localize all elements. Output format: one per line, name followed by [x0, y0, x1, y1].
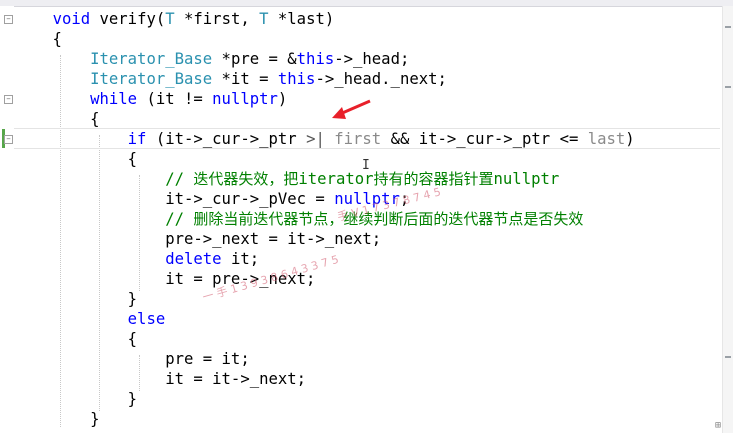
code-token: pre->_next = it->_next; [15, 230, 382, 248]
scrollbar-marker [725, 86, 731, 88]
code-line[interactable]: { [0, 29, 720, 49]
code-token: >| [306, 130, 325, 148]
code-token: (it->_cur->_ptr [146, 130, 307, 148]
code-token: pre = it; [15, 350, 250, 368]
code-line[interactable]: pre->_next = it->_next; [0, 229, 720, 249]
code-token: *pre = & [212, 50, 297, 68]
vertical-scrollbar[interactable] [722, 6, 733, 433]
code-token: this [277, 70, 316, 88]
code-token: T [259, 10, 269, 28]
code-token: it = it->_next; [15, 370, 307, 388]
code-line[interactable]: Iterator_Base *pre = &this->_head; [0, 49, 720, 69]
code-line[interactable]: // 迭代器失效，把iterator持有的容器指针置nullptr [0, 169, 720, 189]
code-line[interactable]: } [0, 289, 720, 309]
code-token: first [324, 130, 382, 148]
code-token: && it->_cur->_ptr <= [381, 130, 588, 148]
code-token: } [15, 290, 138, 308]
code-line[interactable]: it = it->_next; [0, 369, 720, 389]
code-line[interactable]: if (it->_cur->_ptr >| first && it->_cur-… [0, 129, 720, 149]
code-line[interactable]: Iterator_Base *it = this->_head._next; [0, 69, 720, 89]
editor-tab-strip [0, 0, 733, 7]
code-token: { [15, 30, 62, 48]
code-token: *last) [268, 10, 335, 28]
code-token: { [15, 110, 100, 128]
text-cursor-icon: I [362, 158, 370, 173]
code-line[interactable]: it = pre->_next; [0, 269, 720, 289]
code-token: 迭代器失效，把 [193, 170, 299, 188]
code-token: T [165, 10, 175, 28]
code-token: it; [221, 250, 260, 268]
code-token: else [127, 310, 166, 328]
code-line[interactable]: void verify(T *first, T *last) [0, 9, 720, 29]
code-token: { [15, 330, 138, 348]
code-token: // [165, 170, 194, 188]
code-token: (it != [137, 90, 213, 108]
code-token: this [296, 50, 335, 68]
code-token: delete [165, 250, 222, 268]
code-token: } [15, 410, 100, 428]
code-token: void [52, 10, 91, 28]
code-token: if [127, 130, 147, 148]
code-token: nullptr [493, 170, 560, 188]
code-token: // [165, 210, 194, 228]
code-line[interactable]: } [0, 389, 720, 409]
code-token: } [15, 390, 138, 408]
code-line[interactable]: } [0, 409, 720, 429]
code-token: { [15, 150, 138, 168]
layout-icon[interactable]: ⊞ [715, 420, 721, 431]
scrollbar-marker [725, 26, 731, 28]
code-token: while [90, 90, 138, 108]
code-token: ) [277, 90, 288, 108]
code-line[interactable]: pre = it; [0, 349, 720, 369]
code-token: Iterator_Base [90, 70, 213, 88]
code-token: verify( [90, 10, 166, 28]
code-token: Iterator_Base [90, 50, 213, 68]
code-line[interactable]: else [0, 309, 720, 329]
code-token: ->_head._next; [315, 70, 447, 88]
scrollbar-marker [725, 356, 731, 358]
code-token: *first, [174, 10, 260, 28]
code-line[interactable]: { [0, 329, 720, 349]
code-token: ->_head; [334, 50, 410, 68]
code-line[interactable]: { [0, 149, 720, 169]
code-token: ) [625, 130, 635, 148]
code-token: 删除当前迭代器节点，继续判断后面的迭代器节点是否失效 [193, 210, 584, 228]
code-token: last [587, 130, 626, 148]
code-token: it->_cur->_pVec = [15, 190, 335, 208]
code-token: nullptr [212, 90, 278, 108]
code-line[interactable]: delete it; [0, 249, 720, 269]
code-token: *it = [212, 70, 278, 88]
red-arrow-annotation [332, 99, 371, 119]
